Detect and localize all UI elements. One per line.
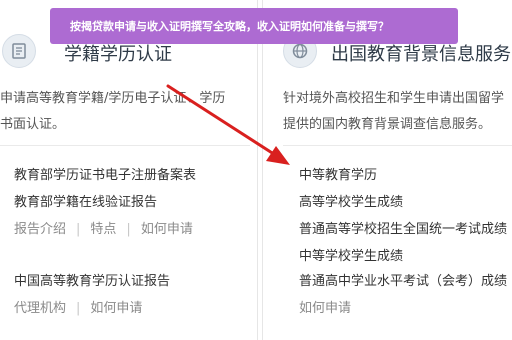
how-to-apply-link[interactable]: 如何申请 (90, 301, 142, 316)
card-description: 申请高等教育学籍/学历电子认证、学历 书面认证。 (0, 86, 250, 138)
high-school-proficiency-test-link[interactable]: 普通高中学业水平考试（会考）成绩 (299, 270, 512, 289)
service-links: 如何申请 (299, 297, 351, 316)
gaokao-score-link[interactable]: 普通高等学校招生全国统一考试成绩 (299, 218, 512, 237)
description-line: 针对境外高校招生和学生申请出国留学 (283, 91, 505, 106)
card-description: 针对境外高校招生和学生申请出国留学 提供的国内教育背景调查信息服务。 (283, 86, 512, 138)
certification-links: 代理机构 | 如何申请 (14, 297, 142, 316)
report-links: 报告介绍 | 特点 | 如何申请 (14, 218, 193, 237)
separator: | (76, 301, 81, 316)
title-banner: 按揭贷款申请与收入证明撰写全攻略，收入证明如何准备与撰写？ (50, 8, 458, 44)
academic-certification-card: 学籍学历认证 申请高等教育学籍/学历电子认证、学历 书面认证。 教育部学历证书电… (0, 0, 258, 340)
ministry-certificate-record-link[interactable]: 教育部学历证书电子注册备案表 (14, 164, 196, 183)
banner-title: 按揭贷款申请与收入证明撰写全攻略，收入证明如何准备与撰写？ (70, 20, 389, 33)
ministry-enrollment-report-link[interactable]: 教育部学籍在线验证报告 (14, 191, 157, 210)
description-line: 申请高等教育学籍/学历电子认证、学历 (0, 91, 226, 106)
higher-education-certification-report-link[interactable]: 中国高等教育学历认证报告 (14, 270, 170, 289)
description-line: 书面认证。 (0, 117, 66, 132)
description-line: 提供的国内教育背景调查信息服务。 (283, 117, 492, 132)
overseas-education-service-card: 出国教育背景信息服务 针对境外高校招生和学生申请出国留学 提供的国内教育背景调查… (262, 0, 512, 340)
secondary-education-link[interactable]: 中等教育学历 (299, 164, 512, 183)
report-intro-link[interactable]: 报告介绍 (14, 222, 66, 237)
agency-link[interactable]: 代理机构 (14, 301, 66, 316)
divider (0, 145, 250, 146)
how-to-apply-link[interactable]: 如何申请 (141, 222, 193, 237)
separator: | (126, 222, 131, 237)
divider (283, 145, 512, 146)
secondary-school-grades-link[interactable]: 中等学校学生成绩 (299, 245, 512, 264)
features-link[interactable]: 特点 (90, 222, 116, 237)
separator: | (76, 222, 81, 237)
document-icon (2, 34, 36, 68)
how-to-apply-link[interactable]: 如何申请 (299, 301, 351, 316)
university-grades-link[interactable]: 高等学校学生成绩 (299, 191, 512, 210)
